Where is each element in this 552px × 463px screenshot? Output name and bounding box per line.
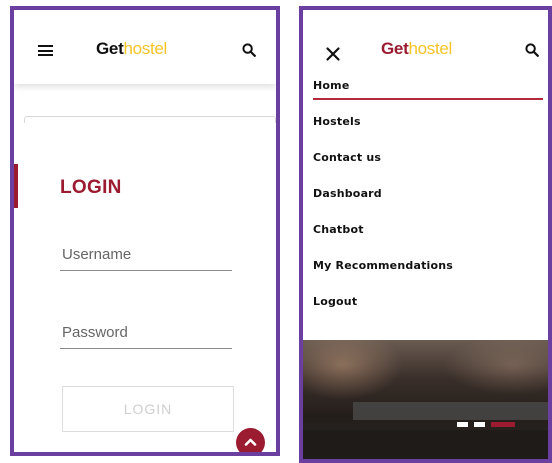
carousel-dot[interactable] — [491, 422, 515, 427]
menu-item-logout[interactable]: Logout — [313, 294, 548, 330]
brand-logo-part1: Get — [96, 39, 124, 58]
carousel-dot[interactable] — [457, 422, 468, 427]
menu-item-contact-us[interactable]: Contact us — [313, 150, 548, 186]
search-icon[interactable] — [525, 43, 539, 57]
menu-item-chatbot[interactable]: Chatbot — [313, 222, 548, 258]
menu-screen: Gethostel Home Hostels Contact us Dashbo… — [299, 6, 552, 463]
nav-menu: Home Hostels Contact us Dashboard Chatbo… — [313, 78, 548, 330]
menu-item-my-recommendations[interactable]: My Recommendations — [313, 258, 548, 294]
search-icon[interactable] — [242, 43, 256, 57]
username-underline — [60, 270, 232, 271]
login-title: LOGIN — [60, 177, 122, 198]
password-underline — [60, 348, 232, 349]
chevron-up-icon — [244, 438, 257, 446]
scroll-to-top-button[interactable] — [236, 428, 265, 452]
card-edge — [24, 116, 276, 123]
password-field[interactable] — [60, 315, 232, 349]
menu-item-dashboard[interactable]: Dashboard — [313, 186, 548, 222]
menu-item-hostels[interactable]: Hostels — [313, 114, 548, 150]
brand-logo-part2: hostel — [408, 39, 453, 58]
hamburger-icon[interactable] — [38, 45, 53, 56]
username-field[interactable] — [60, 237, 232, 271]
menu-item-home[interactable]: Home — [313, 78, 548, 114]
header-bar: Gethostel — [303, 10, 548, 84]
brand-logo[interactable]: Gethostel — [96, 39, 167, 59]
close-icon[interactable] — [325, 46, 341, 62]
brand-logo-part2: hostel — [123, 39, 168, 58]
hero-image — [303, 340, 548, 459]
header-bar: Gethostel — [14, 10, 276, 84]
login-button[interactable]: LOGIN — [62, 386, 234, 432]
login-accent-bar — [14, 164, 18, 208]
brand-logo[interactable]: Gethostel — [381, 39, 452, 59]
brand-logo-part1: Get — [381, 39, 409, 58]
carousel-dot[interactable] — [474, 422, 485, 427]
username-input[interactable] — [60, 237, 232, 271]
password-input[interactable] — [60, 315, 232, 349]
login-screen: Gethostel LOGIN LOGIN — [10, 6, 280, 456]
